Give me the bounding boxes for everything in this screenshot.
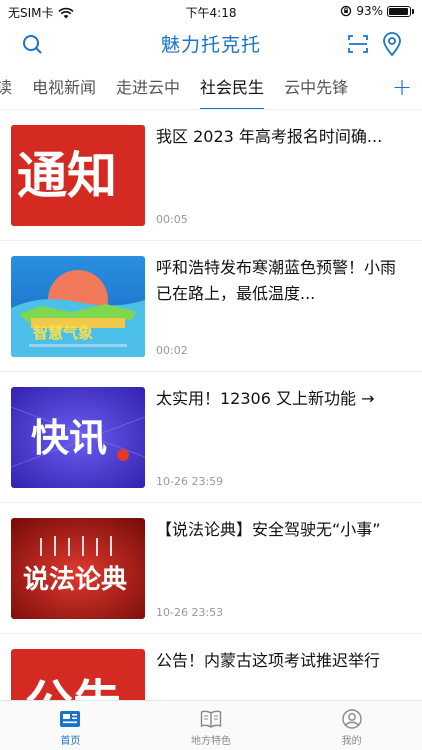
channel-tab[interactable]: 读 [0, 68, 22, 109]
news-time: 10-26 23:53 [156, 606, 224, 619]
bottom-tab-bar: 首页 地方特色 我的 [0, 700, 422, 750]
news-list: 通知 我区 2023 年高考报名时间确... 00:05 智慧气象 呼和浩特发布… [0, 110, 422, 700]
weather-thumbnail-graphic: 智慧气象 [11, 256, 145, 357]
channel-tab[interactable]: 云中先锋 [274, 68, 358, 109]
status-right: 93% [340, 4, 414, 18]
bottom-tab-home[interactable]: 首页 [0, 701, 141, 750]
battery-icon [387, 5, 411, 17]
thumb-text: 快讯 [31, 416, 107, 460]
book-icon [200, 710, 222, 728]
news-item[interactable]: 智慧气象 呼和浩特发布寒潮蓝色预警！小雨已在路上，最低温度... 00:02 [0, 241, 422, 372]
news-thumbnail: 公告 [11, 649, 145, 700]
channel-tab[interactable]: 电视新闻 [22, 68, 106, 109]
news-item[interactable]: 快讯 太实用！12306 又上新功能 → 10-26 23:59 [0, 372, 422, 503]
news-time: 00:02 [156, 344, 188, 357]
battery-fill [389, 7, 408, 15]
battery-percent: 93% [356, 4, 383, 18]
news-title: 公告！内蒙古这项考试推迟举行 [156, 651, 381, 670]
thumb-text: 智慧气象 [33, 324, 93, 342]
news-item[interactable]: 说法论典 【说法论典】安全驾驶无“小事” 10-26 23:53 [0, 503, 422, 634]
news-time: 00:05 [156, 213, 188, 226]
news-title: 呼和浩特发布寒潮蓝色预警！小雨已在路上，最低温度... [156, 258, 397, 303]
flash-news-thumbnail-graphic: 快讯 [11, 387, 145, 488]
news-thumbnail: 说法论典 [11, 518, 145, 619]
scan-icon[interactable] [346, 32, 370, 56]
news-item[interactable]: 公告 公告！内蒙古这项考试推迟举行 [0, 634, 422, 700]
home-news-icon [60, 711, 81, 727]
add-channel-button[interactable]: + [382, 68, 422, 109]
notice-thumbnail-graphic: 通知 [11, 125, 145, 226]
thumb-text: 公告 [25, 675, 121, 700]
status-bar: 无SIM卡 下午4:18 93% [0, 0, 422, 24]
profile-icon [341, 709, 362, 729]
bottom-tab-label: 我的 [341, 736, 362, 747]
channel-tab[interactable]: 社会民生 [190, 68, 274, 109]
bottom-tab-profile[interactable]: 我的 [281, 701, 422, 750]
bottom-tab-local[interactable]: 地方特色 [141, 701, 282, 750]
announcement-thumbnail-graphic: 公告 [11, 649, 145, 700]
news-item[interactable]: 通知 我区 2023 年高考报名时间确... 00:05 [0, 110, 422, 241]
news-title: 太实用！12306 又上新功能 → [156, 389, 375, 408]
channel-tabs: 读电视新闻走进云中社会民生云中先锋 + [0, 68, 422, 110]
orientation-lock-icon [341, 5, 352, 17]
news-title: 【说法论典】安全驾驶无“小事” [156, 520, 381, 539]
law-thumbnail-graphic: 说法论典 [11, 518, 145, 619]
news-title: 我区 2023 年高考报名时间确... [156, 127, 383, 146]
bottom-tab-label: 首页 [60, 736, 81, 747]
thumb-text: 说法论典 [23, 565, 127, 595]
news-thumbnail: 通知 [11, 125, 145, 226]
bottom-tab-label: 地方特色 [191, 736, 231, 747]
thumb-text: 通知 [17, 147, 117, 205]
location-icon[interactable] [380, 31, 404, 57]
news-thumbnail: 快讯 [11, 387, 145, 488]
news-thumbnail: 智慧气象 [11, 256, 145, 357]
channel-tab[interactable]: 走进云中 [106, 68, 190, 109]
news-time: 10-26 23:59 [156, 475, 224, 488]
nav-bar: 魅力托克托 [0, 24, 422, 64]
tab-track: 读电视新闻走进云中社会民生云中先锋 [0, 68, 358, 109]
battery-tip [412, 8, 414, 14]
